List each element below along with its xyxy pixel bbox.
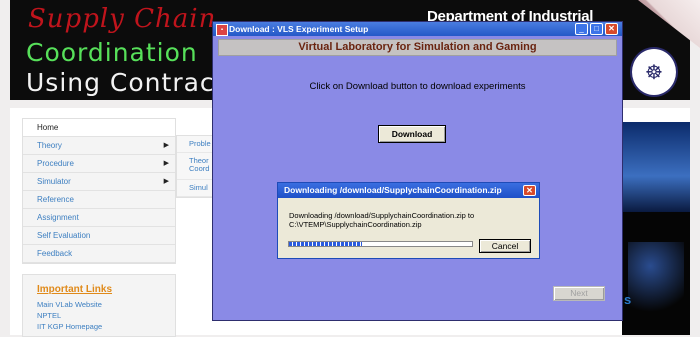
minimize-button[interactable]: _ <box>575 23 588 35</box>
photo-caption-fragment: s <box>624 292 632 307</box>
progress-bar <box>288 241 473 247</box>
chevron-right-icon: ▶ <box>163 160 169 167</box>
sidebar-item-theory[interactable]: Theory ▶ <box>23 137 175 155</box>
sidebar-item-label: Theory <box>37 141 62 150</box>
sidebar-item-assignment[interactable]: Assignment <box>23 209 175 227</box>
sidebar-item-label: Assignment <box>37 213 79 222</box>
sidebar-item-simulator[interactable]: Simulator ▶ <box>23 173 175 191</box>
sidebar-item-procedure[interactable]: Procedure ▶ <box>23 155 175 173</box>
download-button[interactable]: Download <box>378 125 446 143</box>
maximize-button[interactable]: □ <box>590 23 603 35</box>
sidebar-item-self-evaluation[interactable]: Self Evaluation <box>23 227 175 245</box>
progress-message: Downloading /download/SupplychainCoordin… <box>289 211 474 229</box>
progress-bar-fill <box>289 242 363 246</box>
banner-title-line3: Using Contracts <box>26 68 240 97</box>
sidebar-item-label: Self Evaluation <box>37 231 91 240</box>
submenu: Proble Theor Coord Simul <box>176 135 216 198</box>
link-nptel[interactable]: NPTEL <box>37 310 175 321</box>
dialog-titlebar[interactable]: ▪ Download : VLS Experiment Setup _ □ ✕ <box>213 22 622 36</box>
progress-message-line2: C:\VTEMP\SupplychainCoordination.zip <box>289 220 422 229</box>
important-links-title: Important Links <box>37 284 113 295</box>
next-button[interactable]: Next <box>553 286 605 301</box>
setup-dialog: ▪ Download : VLS Experiment Setup _ □ ✕ … <box>212 21 623 321</box>
sidebar-item-label: Reference <box>37 195 74 204</box>
link-iit-kgp[interactable]: IIT KGP Homepage <box>37 321 175 332</box>
link-main-vlab[interactable]: Main VLab Website <box>37 299 175 310</box>
app-icon: ▪ <box>216 24 228 36</box>
sidebar-item-label: Feedback <box>37 249 73 258</box>
sidebar-item-feedback[interactable]: Feedback <box>23 245 175 263</box>
sidebar-nav: Home Theory ▶ Procedure ▶ Simulator ▶ Reference… <box>22 118 176 264</box>
submenu-item[interactable]: Simul <box>177 180 215 197</box>
submenu-item[interactable]: Theor Coord <box>177 153 215 180</box>
sidebar-item-reference[interactable]: Reference <box>23 191 175 209</box>
progress-close-button[interactable]: ✕ <box>523 185 536 196</box>
dialog-title: Download : VLS Experiment Setup <box>229 24 369 34</box>
instruction-text: Click on Download button to download exp… <box>309 81 526 92</box>
chevron-right-icon: ▶ <box>163 178 169 185</box>
cancel-button[interactable]: Cancel <box>479 239 531 253</box>
sidebar-item-home[interactable]: Home <box>23 119 175 137</box>
institute-logo: ☸ <box>630 47 678 97</box>
download-progress-dialog: Downloading /download/SupplychainCoordin… <box>277 182 540 259</box>
banner-title-line1: Supply Chain <box>28 4 217 34</box>
submenu-item[interactable]: Proble <box>177 136 215 153</box>
banner-title-line2: Coordination <box>26 38 198 67</box>
close-button[interactable]: ✕ <box>605 23 618 35</box>
sidebar-item-label: Simulator <box>37 177 71 186</box>
dialog-header: Virtual Laboratory for Simulation and Ga… <box>218 39 617 56</box>
progress-titlebar[interactable]: Downloading /download/SupplychainCoordin… <box>278 183 539 198</box>
sidebar-item-label: Home <box>37 123 59 132</box>
progress-message-line1: Downloading /download/SupplychainCoordin… <box>289 211 475 220</box>
important-links-box: Important Links Main VLab Website NPTEL … <box>22 274 176 337</box>
chevron-right-icon: ▶ <box>163 142 169 149</box>
sidebar-item-label: Procedure <box>37 159 74 168</box>
decorative-photo <box>622 122 690 335</box>
progress-title: Downloading /download/SupplychainCoordin… <box>284 185 502 195</box>
